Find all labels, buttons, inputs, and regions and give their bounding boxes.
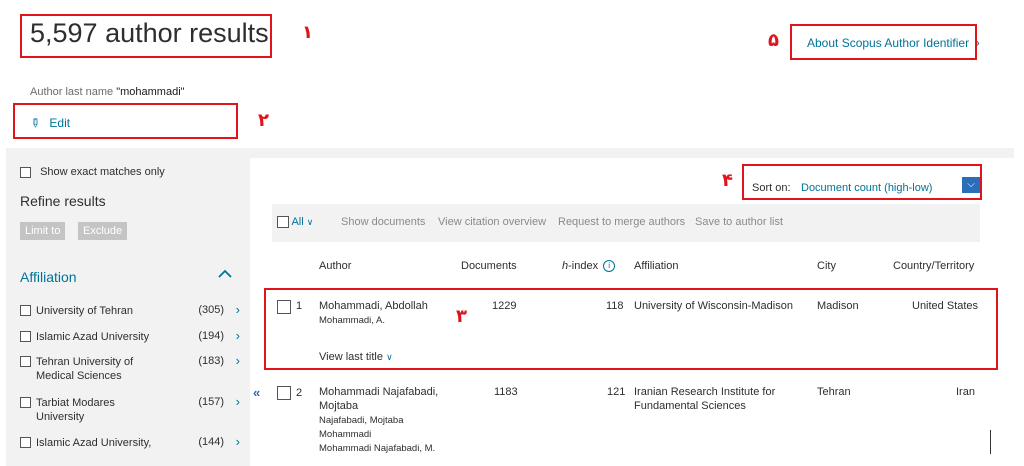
query-label: Author last name: [30, 86, 114, 98]
merge-authors-button[interactable]: Request to merge authors: [558, 216, 685, 228]
affiliation-count: (183): [198, 355, 224, 367]
chevron-down-icon: ∨: [306, 217, 314, 227]
exclude-button[interactable]: Exclude: [78, 222, 128, 240]
affiliation-count: (144): [198, 436, 224, 448]
limit-to-button[interactable]: Limit to: [20, 222, 66, 240]
exact-matches-toggle[interactable]: Show exact matches only: [20, 166, 165, 178]
affiliation-item[interactable]: Tarbiat Modares University (157) ›: [20, 394, 248, 424]
select-all-dropdown[interactable]: All ∨: [277, 216, 314, 229]
affiliation-name: Tehran University of Medical Sciences: [36, 356, 134, 382]
annotation-box-1: [20, 14, 272, 58]
query-value: "mohammadi": [116, 86, 185, 98]
select-all-checkbox[interactable]: [277, 216, 289, 229]
affiliation-checkbox[interactable]: [20, 331, 31, 342]
text-cursor: [990, 430, 991, 454]
affiliation-value: Fundamental Sciences: [634, 400, 746, 412]
col-header-country[interactable]: Country/Territory: [893, 260, 974, 272]
collapse-sidebar-icon[interactable]: «: [253, 385, 260, 400]
select-all-label: All: [291, 216, 304, 228]
chevron-right-icon[interactable]: ›: [236, 434, 240, 449]
col-header-affiliation[interactable]: Affiliation: [634, 260, 678, 272]
affiliation-item[interactable]: University of Tehran (305) ›: [20, 302, 248, 318]
affiliation-item[interactable]: Tehran University of Medical Sciences (1…: [20, 353, 248, 383]
refine-title: Refine results: [20, 193, 106, 209]
annotation-label-2: ٢: [258, 110, 269, 131]
annotation-label-5: ۵: [768, 30, 779, 51]
affiliation-checkbox[interactable]: [20, 305, 31, 316]
affiliation-count: (194): [198, 330, 224, 342]
annotation-box-4: [742, 164, 982, 200]
affiliation-name: Islamic Azad University: [36, 331, 150, 343]
affiliation-facet-title[interactable]: Affiliation: [20, 269, 77, 285]
annotation-label-1: ١: [302, 22, 313, 43]
exact-matches-label: Show exact matches only: [40, 166, 165, 178]
collapse-affiliation-icon[interactable]: [216, 265, 234, 283]
chevron-right-icon[interactable]: ›: [236, 302, 240, 317]
exact-matches-checkbox[interactable]: [20, 166, 31, 178]
col-header-hindex[interactable]: h-index i: [562, 260, 616, 273]
search-query: Author last name "mohammadi": [30, 86, 185, 98]
author-variant: Mohammadi: [319, 429, 372, 440]
affiliation-checkbox[interactable]: [20, 397, 31, 408]
affiliation-count: (157): [198, 396, 224, 408]
col-header-city[interactable]: City: [817, 260, 836, 272]
country-value: Iran: [956, 386, 975, 398]
col-header-documents[interactable]: Documents: [461, 260, 517, 272]
save-to-list-button[interactable]: Save to author list: [695, 216, 783, 228]
author-variant: Najafabadi, Mojtaba: [319, 415, 404, 426]
affiliation-count: (305): [198, 304, 224, 316]
affiliation-checkbox[interactable]: [20, 437, 31, 448]
affiliation-value: Iranian Research Institute for: [634, 386, 776, 398]
annotation-box-3: [264, 288, 998, 370]
row-checkbox[interactable]: [277, 386, 291, 400]
affiliation-item[interactable]: Islamic Azad University, (144) ›: [20, 434, 248, 450]
info-icon[interactable]: i: [603, 260, 616, 273]
row-number: 2: [296, 387, 303, 399]
affiliation-item[interactable]: Islamic Azad University (194) ›: [20, 328, 248, 344]
annotation-box-2: [13, 103, 238, 139]
show-documents-button[interactable]: Show documents: [341, 216, 425, 228]
view-citation-overview-button[interactable]: View citation overview: [438, 216, 546, 228]
chevron-right-icon[interactable]: ›: [236, 394, 240, 409]
chevron-right-icon[interactable]: ›: [236, 328, 240, 343]
city-value: Tehran: [817, 386, 851, 398]
annotation-label-4: ۴: [722, 170, 733, 191]
author-name-link[interactable]: Mojtaba: [319, 400, 358, 412]
affiliation-name: University of Tehran: [36, 305, 134, 317]
author-variant: Mohammadi Najafabadi, M.: [319, 443, 436, 454]
hindex-value: 121: [607, 386, 626, 398]
hindex-rest: -index: [568, 260, 599, 272]
affiliation-name: Tarbiat Modares University: [36, 397, 115, 423]
results-panel-top: [250, 148, 1014, 158]
chevron-right-icon[interactable]: ›: [236, 353, 240, 368]
affiliation-checkbox[interactable]: [20, 356, 31, 367]
annotation-box-5: [790, 24, 977, 60]
affiliation-name: Islamic Azad University,: [36, 437, 152, 449]
author-name-link[interactable]: Mohammadi Najafabadi,: [319, 386, 438, 398]
annotation-label-3: ٣: [456, 306, 467, 327]
documents-count[interactable]: 1183: [494, 386, 518, 398]
col-header-author[interactable]: Author: [319, 260, 351, 272]
